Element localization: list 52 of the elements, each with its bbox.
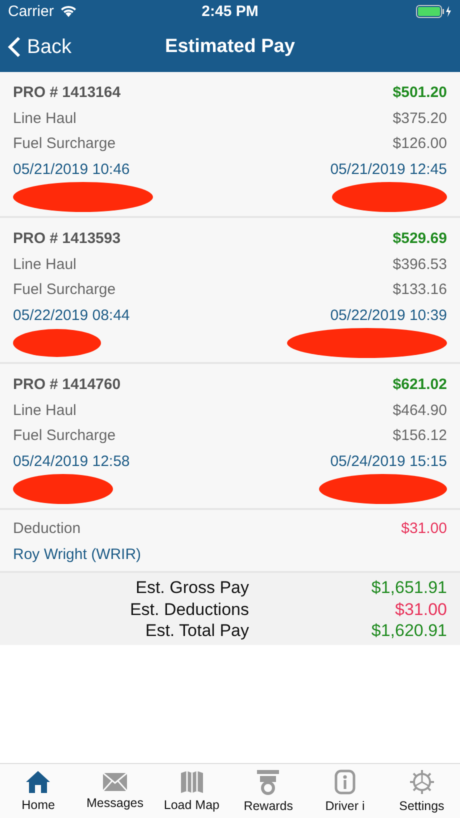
tab-item[interactable]: Driver i	[306, 764, 384, 818]
tab-item[interactable]: Home	[0, 764, 77, 818]
total-label: Est. Gross Pay	[134, 577, 249, 598]
start-time: 05/24/2019 12:58	[13, 452, 130, 470]
total-label: Est. Deductions	[128, 598, 249, 620]
pay-item-label: Line Haul	[13, 256, 76, 273]
envelope-icon	[102, 772, 128, 792]
battery-icon	[416, 4, 452, 18]
deduction-label: Deduction	[13, 520, 81, 538]
screen-title: Estimated Pay	[165, 36, 295, 58]
load-total: $501.20	[392, 84, 447, 102]
carrier-name: Carrier	[8, 2, 54, 20]
driver-name: Roy Wright (WRIR)	[13, 546, 142, 563]
pay-item-label: Line Haul	[13, 110, 76, 127]
total-value: $31.00	[394, 598, 447, 620]
pay-item-amount: $396.53	[392, 256, 447, 273]
pay-item-label: Fuel Surcharge	[13, 135, 116, 152]
chevron-icon	[8, 36, 21, 58]
house-icon	[25, 770, 52, 794]
load-total: $529.69	[392, 230, 447, 248]
back-button[interactable]: Back	[0, 36, 80, 58]
total-value: $1,620.91	[370, 620, 447, 642]
start-time: 05/22/2019 08:44	[13, 306, 130, 324]
tab-item[interactable]: Load Map	[153, 764, 230, 818]
end-time: 05/22/2019 10:39	[330, 306, 447, 324]
load-total: $621.02	[392, 376, 447, 394]
pay-item-label: Fuel Surcharge	[13, 427, 116, 444]
tab-item[interactable]: Rewards	[230, 764, 307, 818]
pay-item-label: Line Haul	[13, 402, 76, 419]
pay-item-amount: $464.90	[392, 402, 447, 419]
total-value: $1,651.91	[370, 577, 447, 598]
wifi-icon	[60, 4, 77, 18]
tab-item[interactable]: Settings	[383, 764, 460, 818]
end-time: 05/21/2019 12:45	[330, 160, 447, 178]
end-time: 05/24/2019 15:15	[330, 452, 447, 470]
pay-item-amount: $375.20	[392, 110, 447, 127]
info-icon	[334, 769, 356, 795]
tab-item[interactable]: Messages	[76, 764, 154, 818]
badge-icon	[256, 769, 280, 795]
pay-item-label: Fuel Surcharge	[13, 281, 116, 298]
pay-item-amount: $126.00	[392, 135, 447, 152]
status-time: 2:45 PM	[202, 2, 258, 20]
start-time: 05/21/2019 10:46	[13, 160, 130, 178]
total-label: Est. Total Pay	[144, 620, 249, 642]
deduction-amount: $31.00	[401, 520, 447, 538]
settings-icon	[408, 769, 435, 795]
pro-number: PRO # 1413164	[13, 84, 121, 102]
pro-number: PRO # 1414760	[13, 376, 121, 394]
pro-number: PRO # 1413593	[13, 230, 121, 248]
pay-item-amount: $133.16	[392, 281, 447, 298]
pay-item-amount: $156.12	[392, 427, 447, 444]
map-icon	[180, 770, 204, 794]
